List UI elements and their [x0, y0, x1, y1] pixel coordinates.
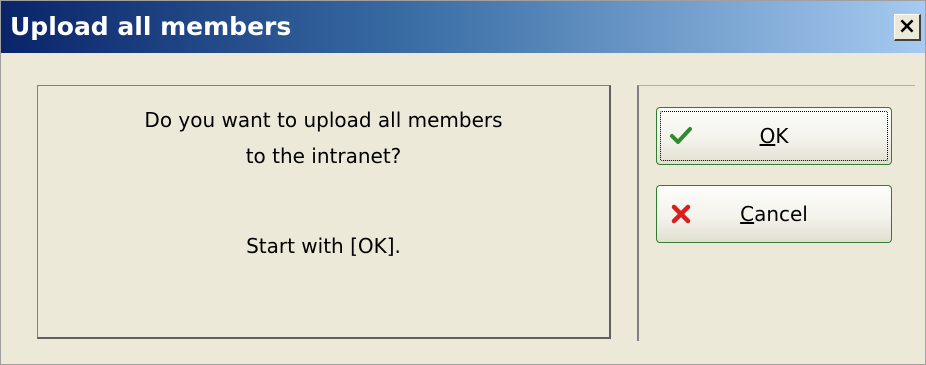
- button-panel: OK Cancel: [637, 85, 915, 341]
- message-line-1: Do you want to upload all members: [144, 108, 503, 132]
- ok-button-label: OK: [759, 124, 789, 148]
- message-panel: Do you want to upload all members to the…: [37, 85, 611, 339]
- close-button[interactable]: ×: [894, 14, 921, 41]
- message-line-2: to the intranet?: [245, 144, 402, 168]
- close-icon: ×: [897, 14, 917, 39]
- dialog-window: Upload all members × Do you want to uplo…: [0, 0, 926, 365]
- message-line-3: Start with [OK].: [246, 234, 401, 258]
- ok-button[interactable]: OK: [656, 107, 892, 165]
- cancel-button-label: Cancel: [740, 202, 808, 226]
- cancel-button[interactable]: Cancel: [656, 185, 892, 243]
- window-title: Upload all members: [10, 12, 292, 41]
- title-bar: Upload all members ×: [1, 1, 925, 53]
